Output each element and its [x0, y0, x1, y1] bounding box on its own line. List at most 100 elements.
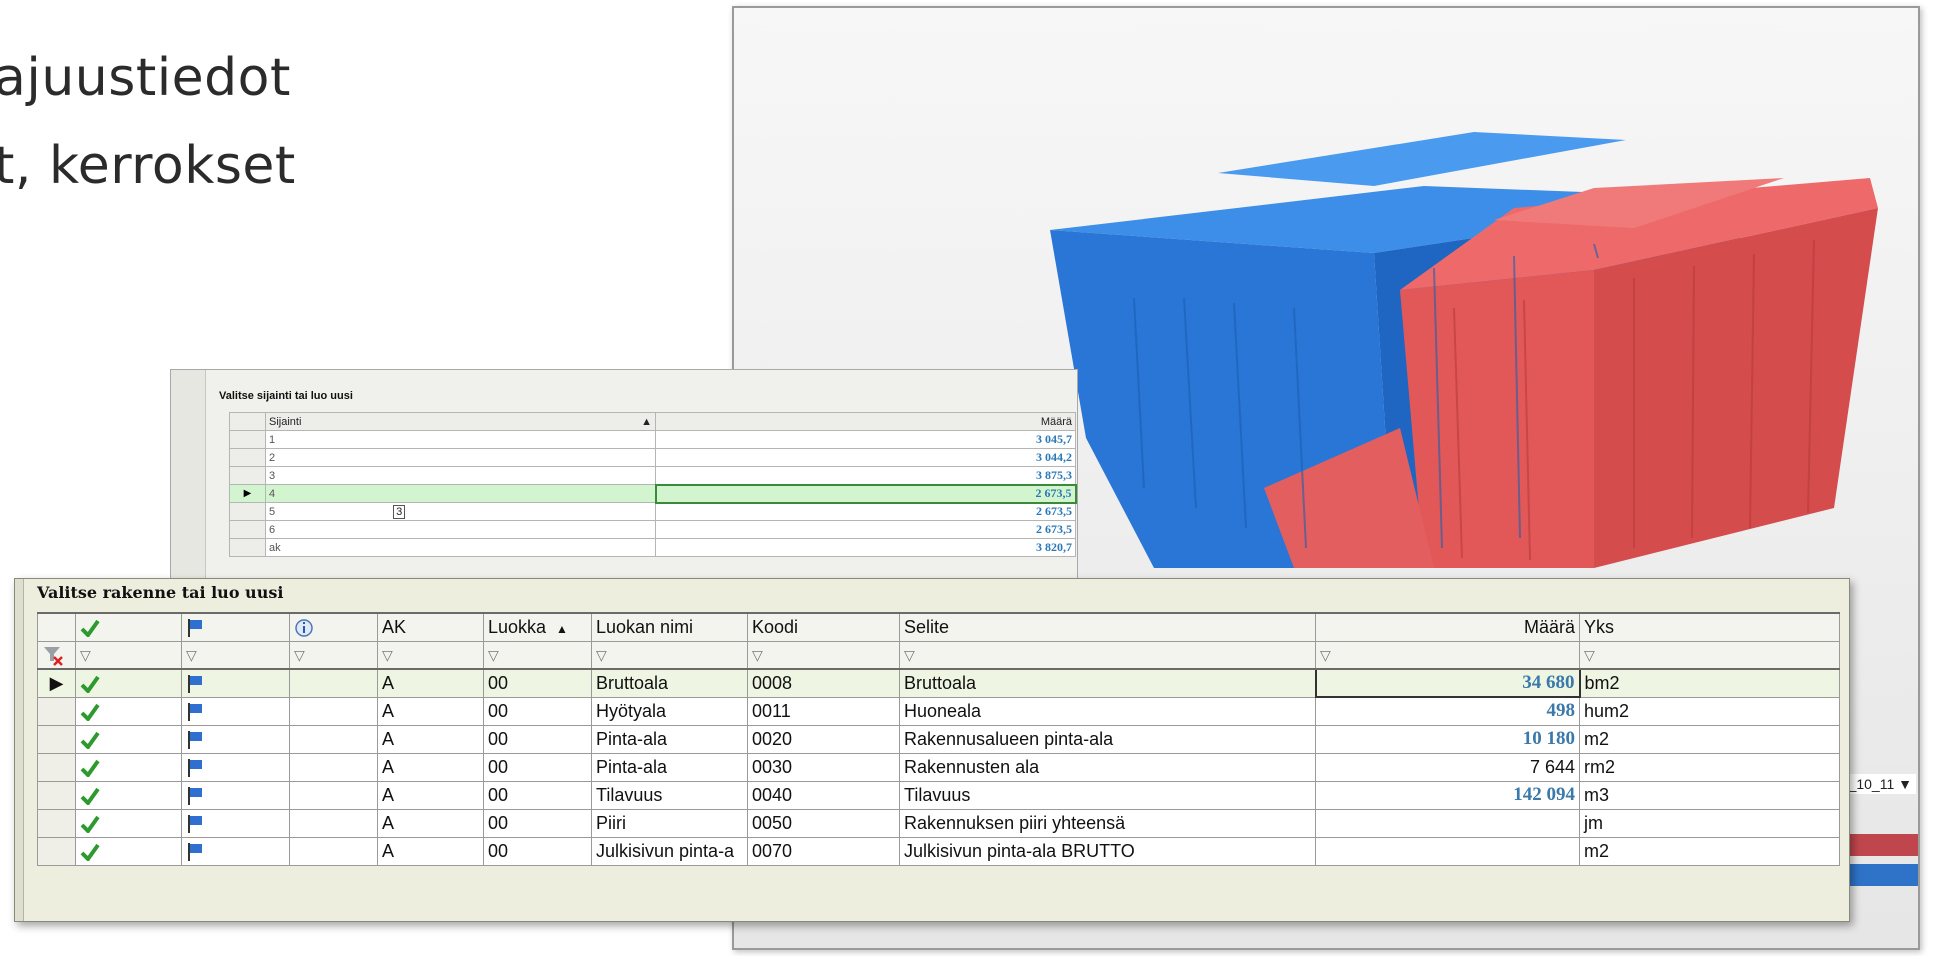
- structure-row[interactable]: A 00 Pinta-ala 0030 Rakennusten ala 7 644 rm2: [37, 752, 1840, 782]
- filter-icon[interactable]: ▽: [747, 640, 900, 670]
- cell-luokan-nimi[interactable]: Bruttoala: [591, 668, 748, 698]
- location-row[interactable]: ak 3 820,7: [229, 538, 1076, 557]
- cell-maara[interactable]: 3 875,3: [655, 466, 1076, 485]
- cell-status[interactable]: [75, 808, 182, 838]
- cell-koodi[interactable]: 0020: [747, 724, 900, 754]
- cell-maara[interactable]: 34 680: [1314, 668, 1581, 698]
- column-header-selite[interactable]: Selite: [899, 612, 1316, 642]
- cell-maara[interactable]: 142 094: [1315, 780, 1580, 810]
- cell-selite[interactable]: Rakennusten ala: [899, 752, 1316, 782]
- cell-yks[interactable]: bm2: [1579, 668, 1840, 698]
- structure-row[interactable]: A 00 Julkisivun pinta-a 0070 Julkisivun pint…: [37, 836, 1840, 866]
- cell-luokka[interactable]: 00: [483, 696, 592, 726]
- structure-row[interactable]: A 00 Hyötyala 0011 Huoneala 498 hum2: [37, 696, 1840, 726]
- cell-koodi[interactable]: 0030: [747, 752, 900, 782]
- cell-luokka[interactable]: 00: [483, 752, 592, 782]
- structure-row[interactable]: A 00 Pinta-ala 0020 Rakennusalueen pinta-ala…: [37, 724, 1840, 754]
- cell-luokan-nimi[interactable]: Pinta-ala: [591, 752, 748, 782]
- cell-luokka[interactable]: 00: [483, 808, 592, 838]
- location-row[interactable]: 13 045,7: [229, 430, 1076, 449]
- cell-yks[interactable]: m2: [1579, 836, 1840, 866]
- cell-flag[interactable]: [181, 836, 290, 866]
- cell-selite[interactable]: Tilavuus: [899, 780, 1316, 810]
- cell-flag[interactable]: [181, 780, 290, 810]
- row-indicator[interactable]: [229, 448, 266, 467]
- cell-maara[interactable]: [1315, 808, 1580, 838]
- structure-row[interactable]: A 00 Tilavuus 0040 Tilavuus 142 094 m3: [37, 780, 1840, 810]
- cell-sijainti[interactable]: 53: [265, 502, 656, 521]
- row-indicator[interactable]: [37, 696, 76, 726]
- cell-sijainti[interactable]: 1: [265, 430, 656, 449]
- cell-status[interactable]: [75, 836, 182, 866]
- row-indicator[interactable]: [229, 466, 266, 485]
- row-indicator[interactable]: [229, 520, 266, 539]
- cell-info[interactable]: [289, 668, 378, 698]
- cell-status[interactable]: [75, 696, 182, 726]
- cell-sijainti[interactable]: 4: [265, 484, 656, 503]
- row-indicator[interactable]: [37, 836, 76, 866]
- cell-yks[interactable]: rm2: [1579, 752, 1840, 782]
- cell-maara[interactable]: 3 820,7: [655, 538, 1076, 557]
- cell-sijainti[interactable]: 2: [265, 448, 656, 467]
- filter-icon[interactable]: ▽: [1579, 640, 1840, 670]
- location-row[interactable]: 532 673,5: [229, 502, 1076, 521]
- cell-maara[interactable]: 2 673,5: [655, 520, 1076, 539]
- location-row[interactable]: 62 673,5: [229, 520, 1076, 539]
- cell-info[interactable]: [289, 836, 378, 866]
- cell-yks[interactable]: m3: [1579, 780, 1840, 810]
- cell-selite[interactable]: Rakennuksen piiri yhteensä: [899, 808, 1316, 838]
- cell-luokan-nimi[interactable]: Pinta-ala: [591, 724, 748, 754]
- column-header-sijainti[interactable]: Sijainti ▲: [265, 412, 656, 431]
- row-indicator[interactable]: [37, 780, 76, 810]
- row-indicator[interactable]: [37, 724, 76, 754]
- cell-selite[interactable]: Rakennusalueen pinta-ala: [899, 724, 1316, 754]
- structure-row[interactable]: A 00 Piiri 0050 Rakennuksen piiri yhteensä jm: [37, 808, 1840, 838]
- cell-luokka[interactable]: 00: [483, 780, 592, 810]
- structure-table[interactable]: AK Luokka ▲ Luokan nimi Koodi Selite Määr…: [37, 612, 1840, 866]
- cell-luokka[interactable]: 00: [483, 724, 592, 754]
- cell-ak[interactable]: A: [377, 724, 484, 754]
- column-header-koodi[interactable]: Koodi: [747, 612, 900, 642]
- row-indicator[interactable]: [229, 430, 266, 449]
- cell-luokan-nimi[interactable]: Tilavuus: [591, 780, 748, 810]
- cell-koodi[interactable]: 0008: [747, 668, 900, 698]
- cell-maara[interactable]: 3 044,2: [655, 448, 1076, 467]
- cell-ak[interactable]: A: [377, 780, 484, 810]
- filter-icon[interactable]: ▽: [591, 640, 748, 670]
- row-indicator[interactable]: [37, 752, 76, 782]
- row-indicator[interactable]: [37, 808, 76, 838]
- cell-sijainti[interactable]: 3: [265, 466, 656, 485]
- cell-info[interactable]: [289, 752, 378, 782]
- column-header-ak[interactable]: AK: [377, 612, 484, 642]
- cell-info[interactable]: [289, 808, 378, 838]
- cell-status[interactable]: [75, 780, 182, 810]
- cell-maara[interactable]: 498: [1315, 696, 1580, 726]
- cell-koodi[interactable]: 0011: [747, 696, 900, 726]
- column-header-luokan-nimi[interactable]: Luokan nimi: [591, 612, 748, 642]
- column-header-info[interactable]: [289, 612, 378, 642]
- filter-icon[interactable]: ▽: [181, 640, 290, 670]
- cell-sijainti[interactable]: ak: [265, 538, 656, 557]
- column-header-maara[interactable]: Määrä: [1315, 612, 1580, 642]
- cell-ak[interactable]: A: [377, 836, 484, 866]
- row-indicator[interactable]: [229, 502, 266, 521]
- column-header-status[interactable]: [75, 612, 182, 642]
- location-row[interactable]: 33 875,3: [229, 466, 1076, 485]
- cell-koodi[interactable]: 0070: [747, 836, 900, 866]
- filter-icon[interactable]: ▽: [899, 640, 1316, 670]
- cell-status[interactable]: [75, 752, 182, 782]
- location-row[interactable]: 23 044,2: [229, 448, 1076, 467]
- cell-flag[interactable]: [181, 808, 290, 838]
- cell-ak[interactable]: A: [377, 696, 484, 726]
- cell-selite[interactable]: Bruttoala: [899, 668, 1316, 698]
- cell-luokan-nimi[interactable]: Julkisivun pinta-a: [591, 836, 748, 866]
- cell-ak[interactable]: A: [377, 668, 484, 698]
- column-header-maara[interactable]: Määrä: [655, 412, 1076, 431]
- cell-info[interactable]: [289, 780, 378, 810]
- cell-selite[interactable]: Huoneala: [899, 696, 1316, 726]
- cell-luokan-nimi[interactable]: Piiri: [591, 808, 748, 838]
- cell-yks[interactable]: m2: [1579, 724, 1840, 754]
- cell-maara[interactable]: 10 180: [1315, 724, 1580, 754]
- location-table[interactable]: Sijainti ▲ Määrä 13 045,7 2 3 044,2 3 3 875,3…: [229, 412, 1077, 557]
- cell-maara[interactable]: 3 045,7: [655, 430, 1076, 449]
